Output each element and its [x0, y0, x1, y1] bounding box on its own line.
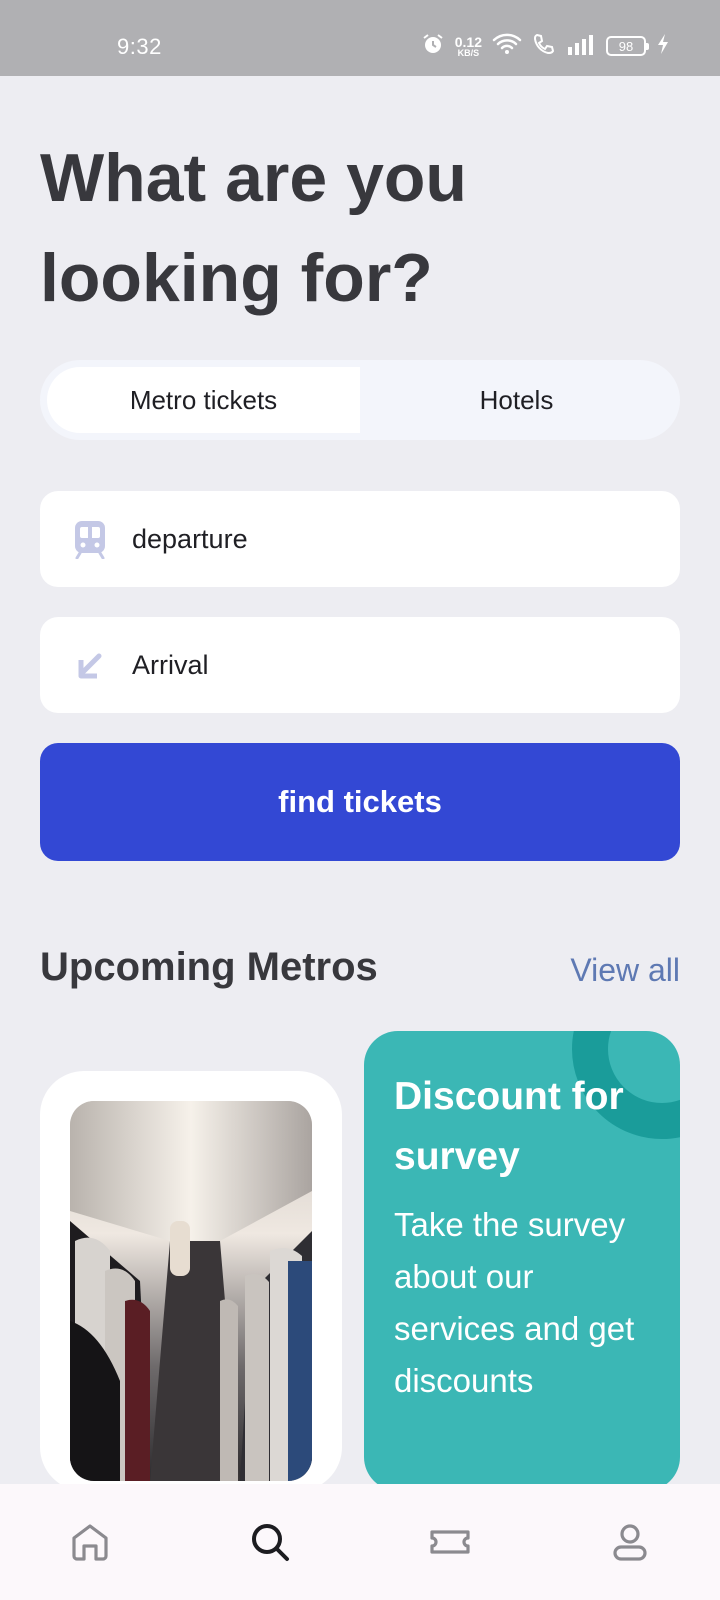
signal-icon [566, 33, 596, 60]
status-bar: 9:32 0.12 KB/S 98 [0, 0, 720, 76]
search-icon[interactable] [225, 1497, 315, 1587]
status-time: 9:32 [117, 34, 162, 59]
bottom-navigation [0, 1484, 720, 1600]
net-speed: 0.12 KB/S [454, 33, 482, 58]
arrival-placeholder: Arrival [132, 649, 209, 680]
train-icon [70, 519, 110, 559]
home-icon[interactable] [45, 1497, 135, 1587]
ticket-type-tabs: Metro tickets Hotels [40, 360, 680, 440]
departure-field[interactable]: departure [40, 491, 680, 587]
cabin-photo [70, 1101, 312, 1481]
survey-title: Discount for survey [394, 1075, 624, 1178]
find-tickets-button[interactable]: find tickets [40, 743, 680, 861]
page-title: What are you looking for? [40, 140, 467, 316]
ticket-icon[interactable] [405, 1497, 495, 1587]
section-title: Upcoming Metros [40, 945, 378, 989]
upcoming-metro-card[interactable] [40, 1071, 342, 1491]
battery-indicator: 98 [606, 36, 649, 56]
view-all-link[interactable]: View all [570, 952, 680, 989]
charging-icon [656, 33, 670, 60]
survey-description: Take the survey about our services and g… [394, 1206, 635, 1399]
tab-metro-tickets[interactable]: Metro tickets [47, 367, 360, 433]
profile-icon[interactable] [585, 1497, 675, 1587]
arrow-down-left-icon [70, 645, 110, 685]
arrival-field[interactable]: Arrival [40, 617, 680, 713]
alarm-icon [421, 32, 445, 61]
survey-promo-card[interactable]: Discount for survey Take the survey abou… [364, 1031, 680, 1491]
call-icon [532, 32, 556, 61]
wifi-icon [492, 32, 522, 61]
departure-placeholder: departure [132, 523, 248, 554]
tab-hotels[interactable]: Hotels [360, 367, 673, 433]
status-icons: 0.12 KB/S 98 [421, 32, 670, 60]
